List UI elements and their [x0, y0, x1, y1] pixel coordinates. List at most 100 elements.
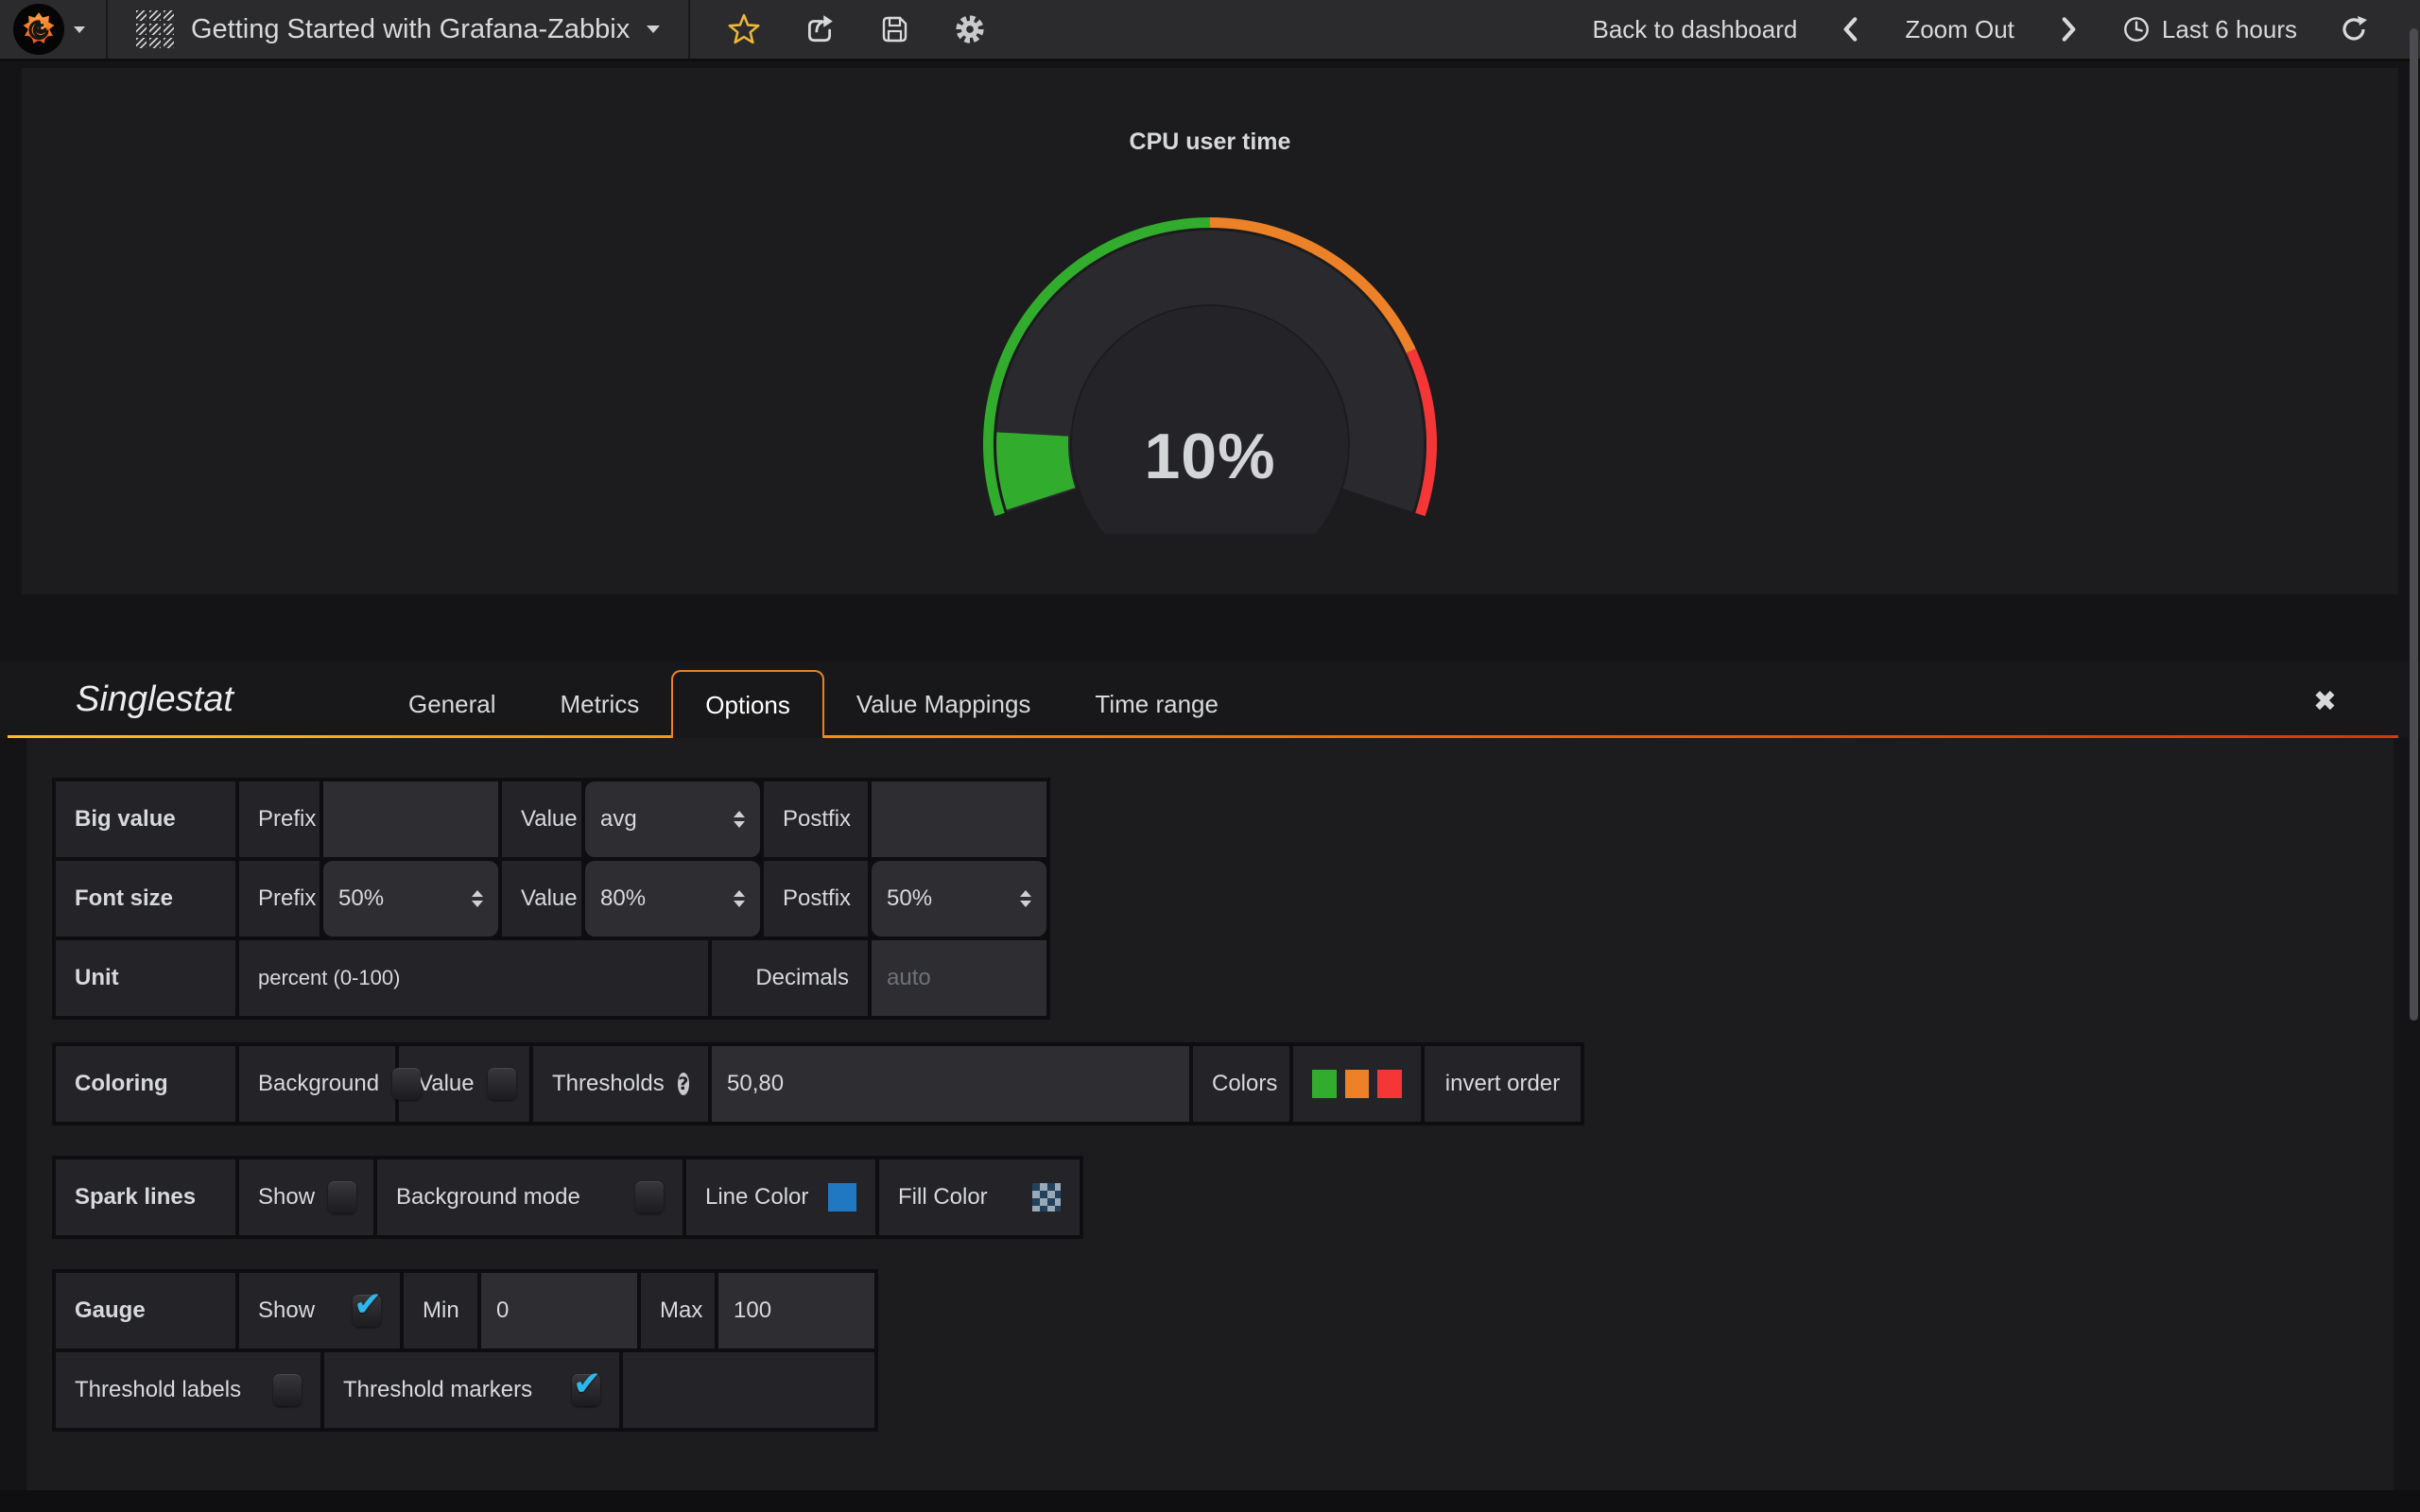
- font-size-label: Font size: [56, 861, 235, 936]
- background-toggle-cell: Background: [239, 1046, 395, 1122]
- big-value-prefix-input[interactable]: [323, 782, 498, 857]
- threshold-options-row: Threshold labels Threshold markers: [56, 1352, 874, 1428]
- value-size-selected: 80%: [600, 885, 646, 912]
- postfix-label: Postfix: [764, 782, 868, 857]
- fill-color-cell: Fill Color: [879, 1160, 1080, 1235]
- grafana-logo-icon: [13, 4, 64, 55]
- select-arrows-icon: [1020, 890, 1031, 907]
- thresholds-input[interactable]: [712, 1046, 1189, 1122]
- postfix-size-selected: 50%: [887, 885, 932, 912]
- tab-options[interactable]: Options: [671, 670, 824, 738]
- decimals-input[interactable]: [872, 940, 1046, 1016]
- time-picker-button[interactable]: Last 6 hours: [2117, 14, 2303, 45]
- value-label: Value: [502, 861, 581, 936]
- tab-value-mappings[interactable]: Value Mappings: [824, 670, 1063, 738]
- show-toggle-cell: Show: [239, 1160, 373, 1235]
- background-label: Background: [258, 1071, 379, 1097]
- gauge-options-table: Gauge Show Min Max Threshold labels Thre…: [52, 1269, 878, 1432]
- fill-color-label: Fill Color: [898, 1184, 988, 1211]
- thresholds-input-cell: [712, 1046, 1189, 1122]
- background-checkbox[interactable]: [392, 1068, 421, 1100]
- refresh-icon: [2339, 14, 2369, 44]
- select-arrows-icon: [734, 890, 745, 907]
- help-icon[interactable]: ?: [678, 1073, 689, 1095]
- decimals-label: Decimals: [712, 940, 868, 1016]
- dashboard-actions: [690, 12, 987, 46]
- threshold-color-swatch-orange[interactable]: [1345, 1070, 1370, 1098]
- panel-type-title: Singlestat: [0, 679, 359, 720]
- fill-color-swatch[interactable]: [1032, 1183, 1061, 1211]
- clock-icon: [2122, 15, 2151, 43]
- spark-lines-row: Spark lines Show Background mode Line Co…: [56, 1160, 1080, 1235]
- sparkline-show-checkbox[interactable]: [328, 1181, 356, 1213]
- star-icon: [728, 13, 760, 45]
- gauge-panel: CPU user time 10%: [22, 68, 2398, 594]
- caret-down-icon: [647, 26, 660, 33]
- unit-label: Unit: [56, 940, 235, 1016]
- coloring-table: Coloring Background Value Thresholds ? C…: [52, 1042, 1584, 1125]
- colors-label: Colors: [1193, 1046, 1289, 1122]
- show-label: Show: [258, 1184, 315, 1211]
- gauge-max-input[interactable]: [718, 1273, 874, 1349]
- spark-lines-label: Spark lines: [56, 1160, 235, 1235]
- share-icon: [804, 13, 836, 45]
- tab-general[interactable]: General: [376, 670, 528, 738]
- zoom-out-button[interactable]: Zoom Out: [1899, 14, 2020, 45]
- panel-title[interactable]: CPU user time: [22, 129, 2398, 156]
- share-button[interactable]: [804, 13, 836, 45]
- time-range-label: Last 6 hours: [2162, 15, 2297, 44]
- value-stat-select[interactable]: avg: [585, 782, 760, 857]
- refresh-button[interactable]: [2339, 14, 2369, 44]
- big-value-row: Big value Prefix Value avg Postfix: [56, 782, 1046, 857]
- thresholds-label-cell: Thresholds ?: [533, 1046, 708, 1122]
- time-shift-right-button[interactable]: [2056, 13, 2081, 45]
- navbar: Getting Started with Grafana-Zabbix: [0, 0, 2420, 61]
- close-editor-button[interactable]: ✖: [2308, 684, 2342, 719]
- threshold-markers-label: Threshold markers: [343, 1377, 532, 1403]
- threshold-markers-checkbox[interactable]: [572, 1374, 600, 1406]
- grafana-main-menu[interactable]: [0, 0, 108, 59]
- dashboard-title[interactable]: Getting Started with Grafana-Zabbix: [191, 14, 630, 45]
- star-button[interactable]: [728, 13, 760, 45]
- line-color-cell: Line Color: [686, 1160, 875, 1235]
- chevron-left-icon: [1839, 13, 1863, 45]
- dashboard-picker[interactable]: Getting Started with Grafana-Zabbix: [108, 0, 690, 59]
- spark-lines-table: Spark lines Show Background mode Line Co…: [52, 1156, 1083, 1239]
- tab-time-range[interactable]: Time range: [1063, 670, 1251, 738]
- big-value-postfix-input[interactable]: [872, 782, 1046, 857]
- coloring-row: Coloring Background Value Thresholds ? C…: [56, 1046, 1581, 1122]
- settings-button[interactable]: [953, 12, 987, 46]
- gauge-label: Gauge: [56, 1273, 235, 1349]
- threshold-labels-checkbox[interactable]: [273, 1374, 302, 1406]
- scrollbar[interactable]: [2410, 28, 2418, 1021]
- bottom-strip: [0, 1490, 2420, 1512]
- gauge-min-input[interactable]: [481, 1273, 637, 1349]
- unit-picker-link[interactable]: percent (0-100): [239, 940, 708, 1016]
- prefix-input-cell: [323, 782, 498, 857]
- background-mode-label: Background mode: [396, 1184, 580, 1211]
- back-to-dashboard-button[interactable]: Back to dashboard: [1587, 14, 1804, 45]
- threshold-color-swatch-red[interactable]: [1377, 1070, 1402, 1098]
- value-checkbox[interactable]: [488, 1068, 516, 1100]
- threshold-color-swatch-green[interactable]: [1312, 1070, 1337, 1098]
- time-shift-left-button[interactable]: [1839, 13, 1863, 45]
- options-tab-content: Big value Prefix Value avg Postfix Font …: [26, 738, 2394, 1490]
- postfix-label: Postfix: [764, 861, 868, 936]
- postfix-size-select[interactable]: 50%: [872, 861, 1046, 936]
- select-arrows-icon: [472, 890, 483, 907]
- save-button[interactable]: [879, 14, 909, 44]
- unit-row: Unit percent (0-100) Decimals: [56, 940, 1046, 1016]
- invert-order-button[interactable]: invert order: [1425, 1046, 1581, 1122]
- value-size-select[interactable]: 80%: [585, 861, 760, 936]
- background-mode-cell: Background mode: [377, 1160, 683, 1235]
- gauge-value: 10%: [22, 420, 2398, 493]
- value-label: Value: [418, 1071, 475, 1097]
- line-color-label: Line Color: [705, 1184, 808, 1211]
- background-mode-checkbox[interactable]: [635, 1181, 664, 1213]
- empty-cell: [623, 1352, 874, 1428]
- prefix-size-select[interactable]: 50%: [323, 861, 498, 936]
- caret-down-icon: [74, 26, 85, 33]
- gauge-show-checkbox[interactable]: [353, 1295, 381, 1327]
- tab-metrics[interactable]: Metrics: [528, 670, 672, 738]
- line-color-swatch[interactable]: [828, 1183, 856, 1211]
